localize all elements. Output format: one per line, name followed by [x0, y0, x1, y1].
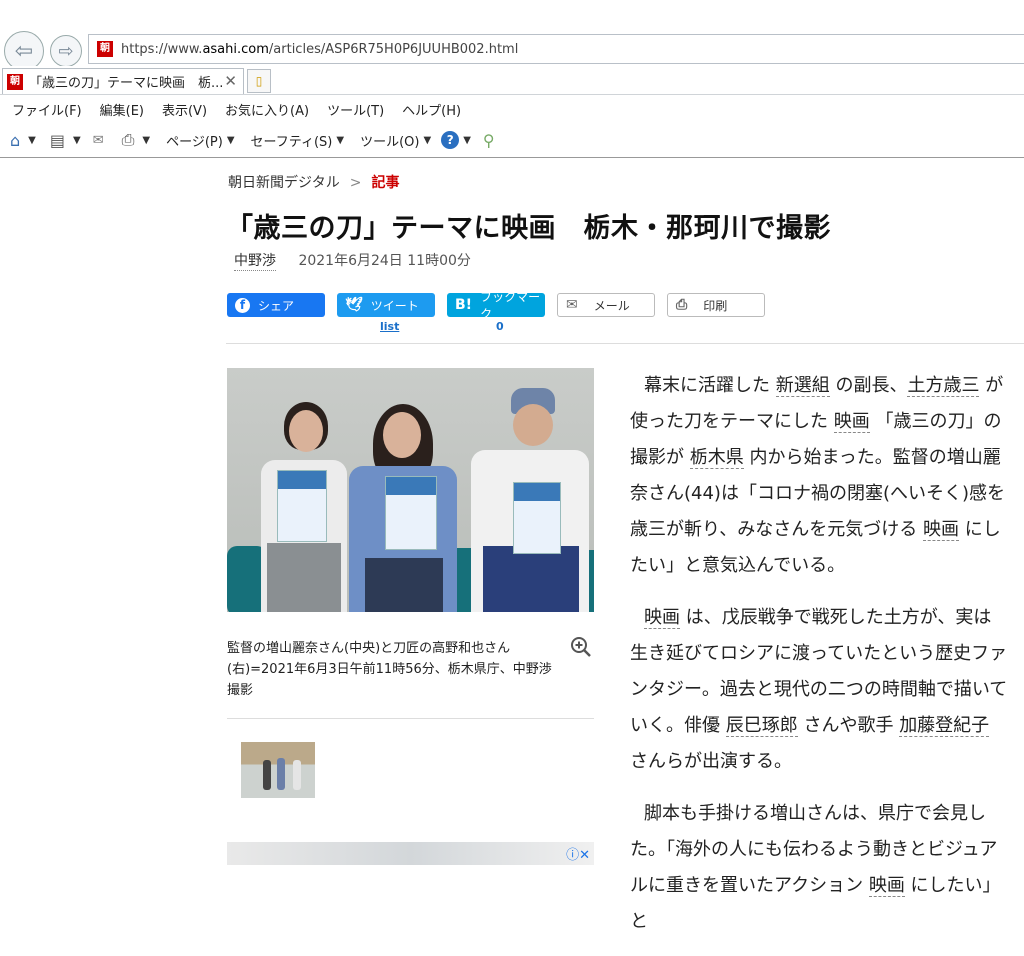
keyword-link[interactable]: 映画 [833, 411, 870, 433]
twitter-count-link[interactable]: list [380, 320, 399, 333]
article-paragraph: 幕末に活躍した 新選組 の副長、土方歳三 が使った刀をテーマにした 映画 「歳三… [630, 368, 1008, 584]
tab-favicon-icon: 朝 [7, 73, 23, 90]
url-host: asahi.com [202, 41, 269, 57]
tools-menu[interactable]: ツール(O) ▼ [356, 131, 431, 150]
article-paragraph: 映画 は、戊辰戦争で戦死した土方が、実は生き延びてロシアに渡っていたという歴史フ… [630, 600, 1008, 780]
hatena-bookmark-button[interactable]: B! ブックマーク [447, 290, 545, 321]
chevron-down-icon: ▼ [336, 134, 345, 146]
menu-view[interactable]: 表示(V) [162, 100, 207, 119]
breadcrumb-separator: > [349, 175, 362, 191]
breadcrumb: 朝日新聞デジタル > 記事 [228, 172, 399, 192]
twitter-share-button[interactable]: 🕊 ツイート [337, 293, 435, 317]
keyword-link[interactable]: 辰巳琢郎 [725, 715, 798, 737]
keyword-link[interactable]: 土方歳三 [907, 375, 980, 397]
article-paragraph: 脚本も手掛ける増山さんは、県庁で会見した。「海外の人にも伝わるよう動きとビジュア… [630, 796, 1008, 940]
print-icon: ⎙ [676, 297, 688, 313]
twitter-bird-icon: 🕊 [345, 297, 363, 313]
keyword-link[interactable]: 映画 [923, 519, 959, 541]
safety-menu-label: セーフティ(S) [250, 134, 333, 150]
menu-bar: ファイル(F) 編集(E) 表示(V) お気に入り(A) ツール(T) ヘルプ(… [0, 96, 1024, 122]
keyword-link[interactable]: 加藤登紀子 [899, 715, 990, 737]
command-bar: ⌂ ▼ ▤ ▼ ✉ ⎙ ▼ ページ(P) ▼ セーフティ(S) ▼ ツール(O) ▼ ? ▼ … [0, 123, 1024, 158]
home-icon: ⌂ [10, 130, 21, 150]
breadcrumb-home[interactable]: 朝日新聞デジタル [228, 175, 340, 191]
hatena-bookmark-label: ブックマーク [480, 290, 541, 321]
arrow-right-icon: ⇨ [58, 40, 74, 62]
mail-icon: ✉ [566, 297, 578, 313]
article-photo[interactable] [227, 368, 594, 612]
paragraph-text: の副長、 [829, 375, 908, 396]
mail-share-button[interactable]: ✉ メール [557, 293, 655, 317]
url-prefix: https://www. [121, 41, 203, 57]
print-button[interactable]: ⎙ ▼ [122, 130, 151, 150]
home-button[interactable]: ⌂ ▼ [10, 131, 36, 150]
mail-button[interactable]: ✉ [93, 133, 104, 148]
keyword-link[interactable]: 映画 [644, 607, 680, 629]
rss-icon: ▤ [49, 130, 65, 150]
facebook-share-button[interactable]: f シェア [227, 293, 325, 317]
tab-article[interactable]: 朝 「歳三の刀」テーマに映画 栃... ✕ [2, 68, 244, 94]
twitter-share-label: ツイート [370, 298, 419, 313]
menu-favorites[interactable]: お気に入り(A) [225, 100, 309, 119]
hatena-icon: B! [455, 297, 473, 313]
menu-help[interactable]: ヘルプ(H) [402, 100, 461, 119]
page-menu[interactable]: ページ(P) ▼ [162, 131, 234, 150]
photo-caption: 監督の増山麗奈さん(中央)と刀匠の高野和也さん(右)=2021年6月3日午前11… [227, 641, 552, 698]
research-button[interactable]: ⚲ [483, 131, 495, 150]
help-icon: ? [441, 131, 460, 149]
article-title: 「歳三の刀」テーマに映画 栃木・那珂川で撮影 [226, 213, 831, 244]
print-article-label: 印刷 [703, 298, 728, 313]
address-bar[interactable]: 朝 https://www. asahi.com/articles/ASP6R75… [88, 34, 1024, 64]
new-tab-button[interactable]: ▯ [247, 69, 271, 93]
menu-edit[interactable]: 編集(E) [100, 100, 144, 119]
feeds-button[interactable]: ▤ ▼ [50, 131, 81, 150]
divider [227, 718, 594, 719]
tab-title: 「歳三の刀」テーマに映画 栃... [29, 76, 224, 91]
browser-chrome: ⇦ ⇨ 朝 https://www. asahi.com/articles/ASP… [0, 0, 1024, 158]
printer-icon: ⎙ [121, 130, 135, 149]
tools-menu-label: ツール(O) [360, 134, 420, 150]
photo-thumbnail[interactable] [241, 742, 315, 798]
url-path: /articles/ASP6R75H0P6JUUHB002.html [268, 41, 519, 57]
ad-info-icon[interactable]: ⓘ✕ [566, 844, 590, 863]
keyword-link[interactable]: 映画 [868, 875, 905, 897]
author-link[interactable]: 中野渉 [234, 253, 276, 271]
page-menu-label: ページ(P) [166, 134, 223, 150]
keyword-link[interactable]: 新選組 [775, 375, 830, 397]
paragraph-text: さんや歌手 [797, 715, 900, 736]
article-body: 幕末に活躍した 新選組 の副長、土方歳三 が使った刀をテーマにした 映画 「歳三… [630, 368, 1008, 956]
research-icon: ⚲ [482, 130, 495, 150]
menu-file[interactable]: ファイル(F) [12, 100, 82, 119]
chevron-down-icon: ▼ [142, 134, 151, 146]
menu-tools[interactable]: ツール(T) [327, 100, 384, 119]
envelope-icon: ✉ [92, 132, 104, 148]
facebook-icon: f [235, 297, 250, 313]
keyword-link[interactable]: 栃木県 [689, 447, 744, 469]
advertisement-banner[interactable]: ⓘ✕ [227, 842, 594, 865]
site-favicon-icon: 朝 [97, 41, 113, 57]
chevron-down-icon: ▼ [463, 134, 471, 146]
paragraph-text: 幕末に活躍した [644, 375, 776, 396]
zoom-in-icon[interactable] [570, 636, 592, 658]
back-button[interactable]: ⇦ [4, 31, 44, 71]
publish-date: 2021年6月24日 11時00分 [298, 253, 471, 269]
chevron-down-icon: ▼ [226, 134, 235, 146]
chevron-down-icon: ▼ [423, 134, 432, 146]
print-article-button[interactable]: ⎙ 印刷 [667, 293, 765, 317]
byline: 中野渉 2021年6月24日 11時00分 [234, 250, 471, 271]
breadcrumb-current: 記事 [371, 175, 400, 191]
paragraph-text: さんらが出演する。 [630, 751, 792, 772]
forward-button[interactable]: ⇨ [50, 35, 82, 67]
divider [226, 343, 1024, 344]
tab-row: 朝 「歳三の刀」テーマに映画 栃... ✕ ▯ [0, 66, 1024, 95]
chevron-down-icon: ▼ [72, 134, 81, 146]
close-tab-icon[interactable]: ✕ [224, 72, 237, 90]
chevron-down-icon: ▼ [28, 134, 36, 146]
hatena-count[interactable]: 0 [496, 320, 504, 333]
mail-share-label: メール [593, 298, 630, 313]
facebook-share-label: シェア [258, 298, 295, 313]
safety-menu[interactable]: セーフティ(S) ▼ [247, 131, 345, 150]
help-button[interactable]: ? ▼ [441, 131, 471, 149]
arrow-left-icon: ⇦ [14, 38, 34, 64]
